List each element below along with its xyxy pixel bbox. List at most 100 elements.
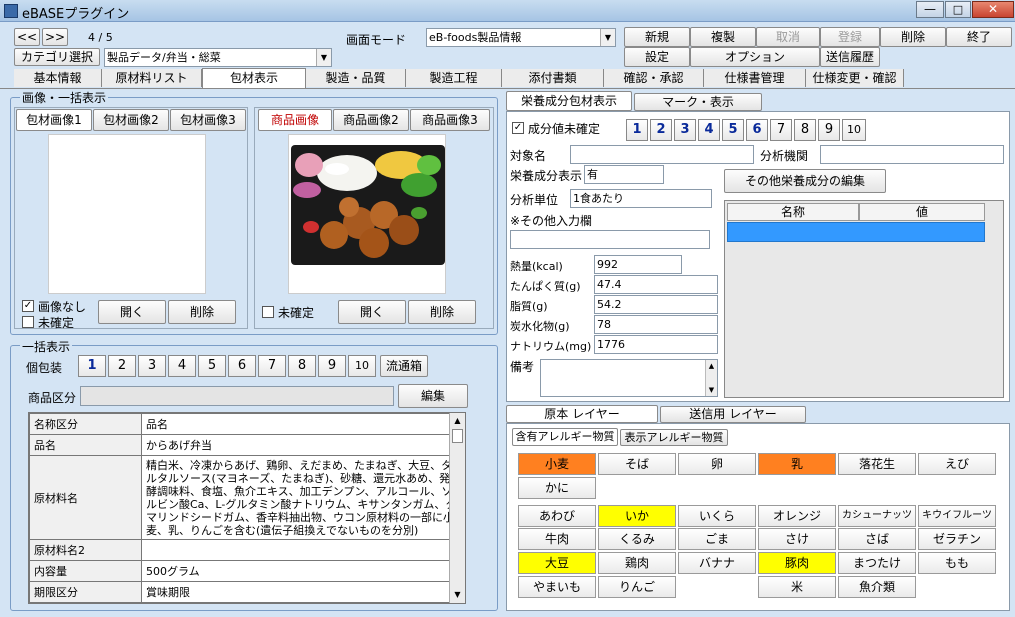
finish-button[interactable]: 終了 [946,27,1012,47]
history-button[interactable]: 送信履歴 [820,47,880,67]
allergen-milk[interactable]: 乳 [758,453,836,475]
tab-manufacturing-quality[interactable]: 製造・品質 [306,69,406,87]
tab-attachments[interactable]: 添付書類 [502,69,604,87]
notes-field[interactable]: ▲ ▼ [540,359,718,397]
scroll-down-icon[interactable]: ▼ [450,587,465,603]
nutrition-unconfirmed-checkbox[interactable]: ✓ [512,122,524,134]
allergen-ikura[interactable]: いくら [678,505,756,527]
tab-packaging-display[interactable]: 包材表示 [202,68,306,88]
new-button[interactable]: 新規 [624,27,690,47]
tab-approval[interactable]: 確認・承認 [604,69,704,87]
tab-pkg-image-1[interactable]: 包材画像1 [16,109,92,131]
energy-field[interactable]: 992 [594,255,682,274]
table-row[interactable]: 内容量 500グラム [29,560,465,582]
allergen-peanut[interactable]: 落花生 [838,453,916,475]
tab-spec-management[interactable]: 仕様書管理 [704,69,806,87]
tab-raw-materials[interactable]: 原材料リスト [102,69,202,87]
allergen-orange[interactable]: オレンジ [758,505,836,527]
tab-prod-image-3[interactable]: 商品画像3 [410,109,490,131]
allergen-gelatin[interactable]: ゼラチン [918,528,996,550]
bulk-num-9[interactable]: 9 [318,355,346,377]
table-row[interactable]: 原材料名 精白米、冷凍からあげ、鶏卵、えだまめ、たまねぎ、大豆、タルタルソース(マ… [29,455,465,540]
allergen-yam[interactable]: やまいも [518,576,596,598]
prev-button[interactable]: << [14,28,40,46]
allergen-egg[interactable]: 卵 [678,453,756,475]
tab-prod-image[interactable]: 商品画像 [258,109,332,131]
nut-num-4[interactable]: 4 [698,119,720,141]
settings-button[interactable]: 設定 [624,47,690,67]
bulk-num-2[interactable]: 2 [108,355,136,377]
delete-button[interactable]: 削除 [880,27,946,47]
tab-displayed-allergens[interactable]: 表示アレルギー物質 [620,429,728,446]
table-scrollbar[interactable]: ▲ ▼ [449,413,465,603]
unconfirmed-checkbox[interactable] [22,316,34,328]
category-select[interactable]: 製品データ/弁当・総菜 ▼ [104,48,332,67]
next-button[interactable]: >> [42,28,68,46]
sodium-field[interactable]: 1776 [594,335,718,354]
carb-field[interactable]: 78 [594,315,718,334]
edit-other-nutrition-button[interactable]: その他栄養成分の編集 [724,169,886,193]
register-button[interactable]: 登録 [820,27,880,47]
mode-select[interactable]: eB-foods製品情報 ▼ [426,28,616,47]
tab-prod-image-2[interactable]: 商品画像2 [333,109,409,131]
bulk-num-6[interactable]: 6 [228,355,256,377]
close-button[interactable]: ✕ [972,1,1014,18]
allergen-peach[interactable]: もも [918,552,996,574]
nut-num-8[interactable]: 8 [794,119,816,141]
allergen-crab[interactable]: かに [518,477,596,499]
allergen-abalone[interactable]: あわび [518,505,596,527]
tab-nutrition-display[interactable]: 栄養成分包材表示 [506,91,632,111]
allergen-soybean[interactable]: 大豆 [518,552,596,574]
display-field[interactable]: 有 [584,165,664,184]
delete-prod-image-button[interactable]: 削除 [408,300,476,324]
bulk-num-3[interactable]: 3 [138,355,166,377]
allergen-beef[interactable]: 牛肉 [518,528,596,550]
tab-send-layer[interactable]: 送信用 レイヤー [660,406,806,423]
nut-num-1[interactable]: 1 [626,119,648,141]
agency-field[interactable] [820,145,1004,164]
minimize-button[interactable]: — [916,1,944,18]
nut-num-7[interactable]: 7 [770,119,792,141]
scroll-thumb[interactable] [452,429,463,443]
bulk-num-4[interactable]: 4 [168,355,196,377]
nut-num-5[interactable]: 5 [722,119,744,141]
tab-manufacturing-process[interactable]: 製造工程 [406,69,502,87]
prod-unconfirmed-checkbox[interactable] [262,306,274,318]
allergen-soba[interactable]: そば [598,453,676,475]
unit-field[interactable]: 1食あたり [570,189,712,208]
allergen-sesame[interactable]: ごま [678,528,756,550]
allergen-apple[interactable]: りんご [598,576,676,598]
notes-scrollbar[interactable]: ▲ ▼ [705,360,717,396]
tab-pkg-image-3[interactable]: 包材画像3 [170,109,246,131]
bulk-num-10[interactable]: 10 [348,355,376,377]
cancel-button[interactable]: 取消 [756,27,820,47]
copy-button[interactable]: 複製 [690,27,756,47]
allergen-matsutake[interactable]: まつたけ [838,552,916,574]
allergen-walnut[interactable]: くるみ [598,528,676,550]
nut-num-10[interactable]: 10 [842,119,866,141]
allergen-salmon[interactable]: さけ [758,528,836,550]
allergen-seafood[interactable]: 魚介類 [838,576,916,598]
nut-num-9[interactable]: 9 [818,119,840,141]
nut-num-3[interactable]: 3 [674,119,696,141]
options-button[interactable]: オプション [690,47,820,67]
tab-contained-allergens[interactable]: 含有アレルギー物質 [512,428,618,446]
tab-pkg-image-2[interactable]: 包材画像2 [93,109,169,131]
bulk-num-7[interactable]: 7 [258,355,286,377]
tab-spec-changes[interactable]: 仕様変更・確認 [806,69,904,87]
maximize-button[interactable]: □ [945,1,971,18]
tab-basic-info[interactable]: 基本情報 [14,69,102,87]
allergen-pork[interactable]: 豚肉 [758,552,836,574]
allergen-kiwi[interactable]: キウイフルーツ [918,505,996,527]
nut-num-2[interactable]: 2 [650,119,672,141]
other-input-field[interactable] [510,230,710,249]
allergen-chicken[interactable]: 鶏肉 [598,552,676,574]
table-row[interactable]: 品名 からあげ弁当 [29,434,465,456]
table-row[interactable]: 期限区分 賞味期限 [29,581,465,603]
no-image-checkbox[interactable]: ✓ [22,300,34,312]
tab-original-layer[interactable]: 原本 レイヤー [506,405,658,423]
distribution-box-button[interactable]: 流通箱 [380,355,428,377]
protein-field[interactable]: 47.4 [594,275,718,294]
product-category-field[interactable] [80,386,394,406]
bulk-num-5[interactable]: 5 [198,355,226,377]
